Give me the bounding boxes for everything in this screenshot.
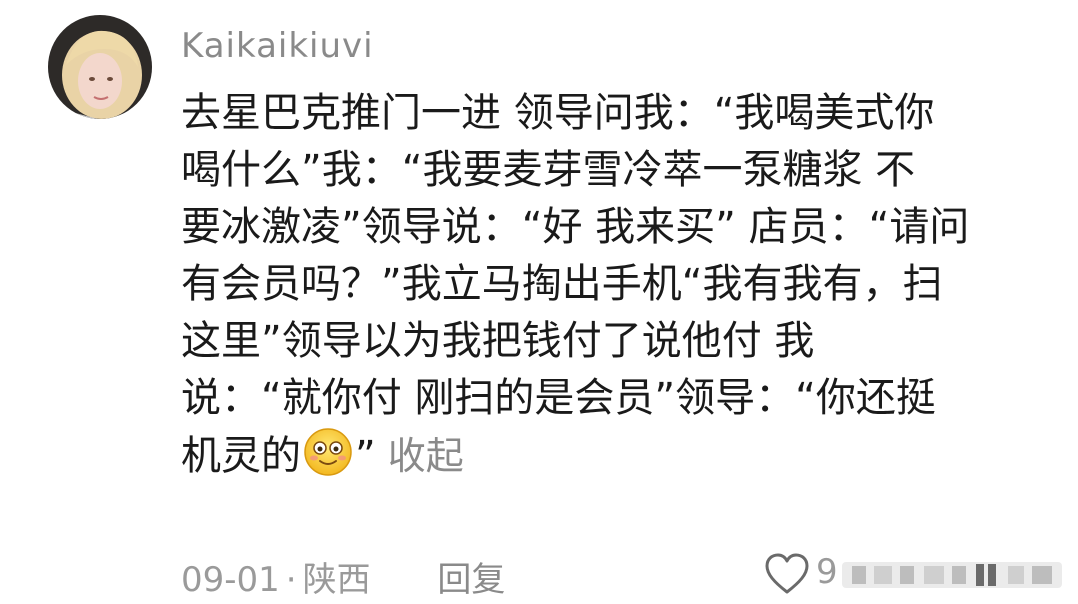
comment-line: 喝什么”我：“我要麦芽雪冷萃一泵糖浆 不: [181, 147, 916, 193]
avatar-image: [48, 15, 152, 119]
like-area: 9: [764, 552, 1064, 596]
heart-outline-icon[interactable]: [764, 552, 810, 596]
comment-body: 去星巴克推门一进 领导问我：“我喝美式你 喝什么”我：“我要麦芽雪冷萃一泵糖浆 …: [181, 85, 1051, 484]
collapse-button[interactable]: 收起: [388, 434, 464, 478]
comment-line: 去星巴克推门一进 领导问我：“我喝美式你: [181, 90, 935, 136]
username[interactable]: Kaikaikiuvi: [181, 26, 374, 66]
reply-button[interactable]: 回复: [437, 552, 505, 601]
watermark-overlay: [842, 562, 1062, 588]
smiling-face-icon: [303, 427, 353, 477]
user-avatar[interactable]: [48, 15, 152, 119]
comment-last-line: 机灵的 ” 收起: [181, 427, 1051, 484]
comment-text-before-emoji: 机灵的: [181, 433, 301, 479]
separator-dot: ·: [285, 560, 297, 600]
comment-date: 09-01: [181, 560, 280, 600]
comment-location: 陕西: [302, 560, 371, 600]
comment-line: 这里”领导以为我把钱付了说他付 我: [181, 318, 815, 364]
comment-line: 说：“就你付 刚扫的是会员”领导：“你还挺: [181, 375, 936, 421]
comment-line: 有会员吗？”我立马掏出手机“我有我有，扫: [181, 261, 943, 307]
comment-text-after-emoji: ”: [355, 433, 376, 479]
like-count: 9: [816, 552, 838, 592]
comment-line: 要冰激凌”领导说：“好 我来买” 店员：“请问: [181, 204, 970, 250]
comment-footer: 09-01 · 陕西 回复: [181, 552, 505, 601]
